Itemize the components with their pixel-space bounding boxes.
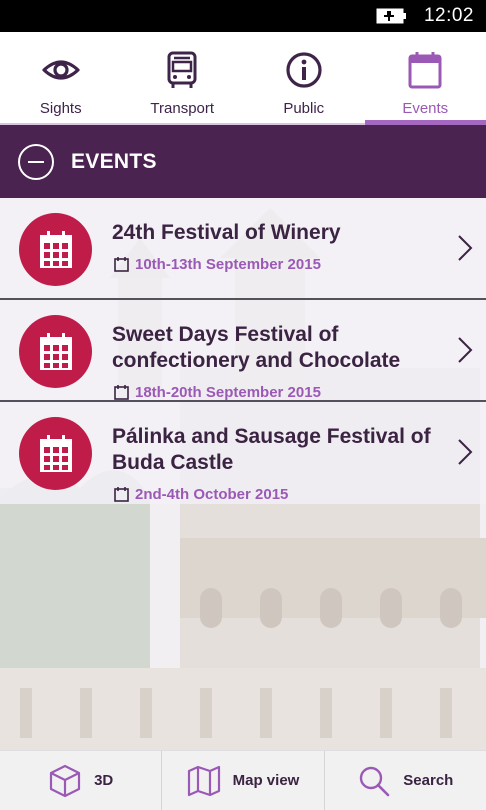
event-badge xyxy=(19,315,92,388)
top-tabs: Sights Transport Public Events xyxy=(0,32,486,125)
search-button[interactable]: Search xyxy=(325,751,486,810)
event-date: 18th-20th September 2015 xyxy=(114,384,321,401)
calendar-small-icon xyxy=(114,487,129,502)
event-date: 10th-13th September 2015 xyxy=(114,256,321,273)
3d-button-label: 3D xyxy=(94,772,114,789)
calendar-grid-icon xyxy=(39,434,72,472)
tab-public[interactable]: Public xyxy=(243,32,365,123)
calendar-small-icon xyxy=(114,385,129,400)
event-date-text: 10th-13th September 2015 xyxy=(135,256,321,273)
3d-button[interactable]: 3D xyxy=(0,751,163,810)
map-view-button-label: Map view xyxy=(232,772,300,789)
tab-transport[interactable]: Transport xyxy=(122,32,244,123)
event-item[interactable]: Pálinka and Sausage Festival of Buda Cas… xyxy=(0,402,486,504)
calendar-grid-icon xyxy=(39,332,72,370)
map-view-button[interactable]: Map view xyxy=(162,751,325,810)
eye-icon xyxy=(42,60,80,80)
event-item[interactable]: Sweet Days Festival of confectionery and… xyxy=(0,300,486,402)
bottom-app-bar: 3D Map view Search xyxy=(0,750,486,810)
tab-label: Public xyxy=(283,100,325,117)
event-date: 2nd-4th October 2015 xyxy=(114,486,288,503)
calendar-grid-icon xyxy=(39,230,72,268)
event-badge xyxy=(19,417,92,490)
map-icon xyxy=(187,765,220,796)
cube-icon xyxy=(49,764,81,797)
tab-events[interactable]: Events xyxy=(364,32,486,125)
section-header: EVENTS xyxy=(0,125,486,198)
tab-label: Events xyxy=(402,100,449,117)
bus-icon xyxy=(167,51,197,88)
tab-sights[interactable]: Sights xyxy=(0,32,122,123)
event-title: 24th Festival of Winery xyxy=(112,221,341,244)
search-icon xyxy=(360,766,390,796)
calendar-small-icon xyxy=(114,257,129,272)
event-date-text: 18th-20th September 2015 xyxy=(135,384,321,401)
chevron-right-icon xyxy=(458,439,473,465)
battery-charging-icon xyxy=(376,8,406,24)
event-badge xyxy=(19,213,92,286)
chevron-right-icon xyxy=(458,337,473,363)
status-time: 12:02 xyxy=(423,5,474,26)
tab-label: Sights xyxy=(39,100,82,117)
event-item[interactable]: 24th Festival of Winery 10th-13th Septem… xyxy=(0,198,486,300)
event-list: 24th Festival of Winery 10th-13th Septem… xyxy=(0,198,486,504)
event-title: Pálinka and Sausage Festival of Buda Cas… xyxy=(112,425,431,474)
status-bar: 12:02 xyxy=(0,0,486,32)
calendar-icon xyxy=(408,52,442,89)
section-title: EVENTS xyxy=(71,149,157,173)
minus-circle-icon[interactable] xyxy=(18,143,54,180)
info-icon xyxy=(286,52,322,88)
event-date-text: 2nd-4th October 2015 xyxy=(135,486,289,503)
chevron-right-icon xyxy=(458,235,473,261)
search-button-label: Search xyxy=(403,772,454,789)
event-title: Sweet Days Festival of confectionery and… xyxy=(112,323,401,372)
tab-label: Transport xyxy=(150,100,215,117)
